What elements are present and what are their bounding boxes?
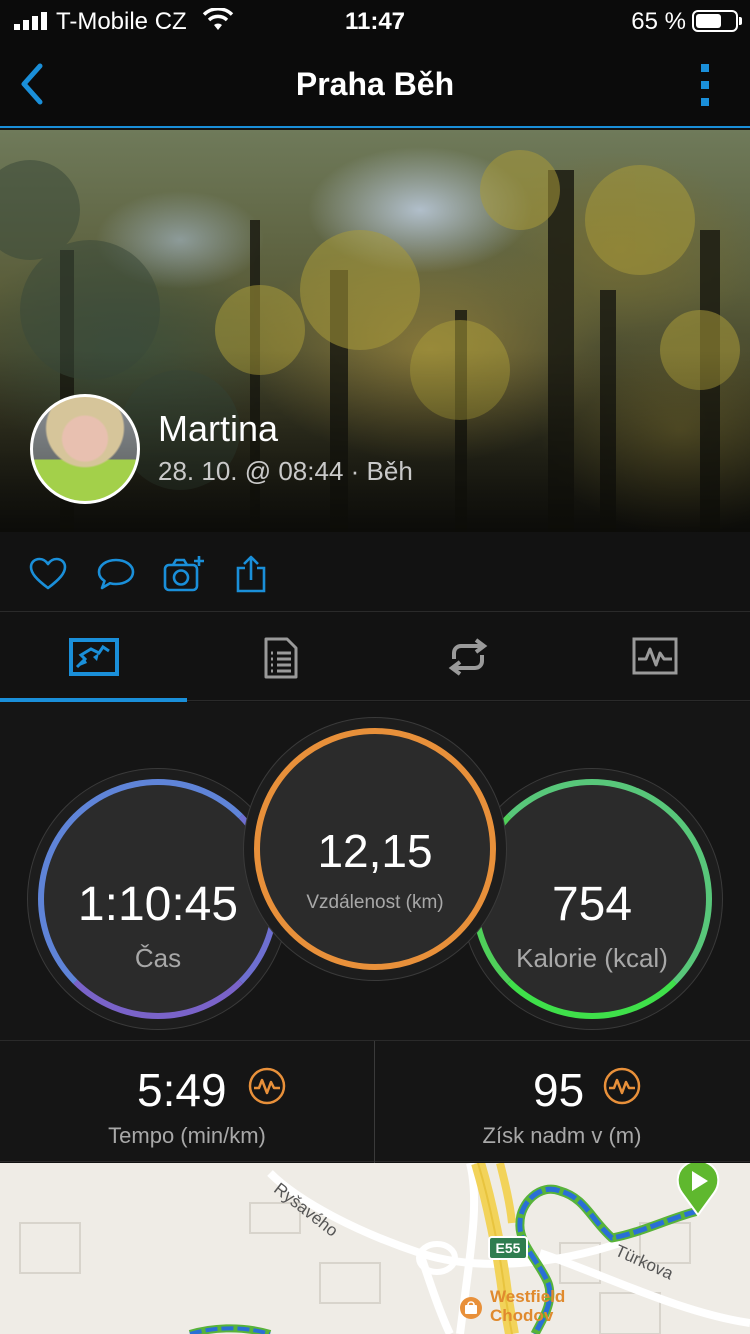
- poi-label: Westfield Chodov: [490, 1287, 565, 1325]
- pulse-badge-icon: [603, 1067, 641, 1105]
- shopping-bag-icon: [460, 1297, 482, 1319]
- pace-label: Tempo (min/km): [108, 1123, 266, 1148]
- poi-name-line-2: Chodov: [490, 1306, 554, 1325]
- tab-charts[interactable]: [561, 613, 748, 701]
- battery-icon: [692, 10, 742, 32]
- vertical-dots-icon[interactable]: [698, 62, 712, 108]
- navigation-bar: Praha Běh: [0, 40, 750, 128]
- pulse-badge-icon: [248, 1067, 286, 1105]
- calories-label: Kalorie (kcal): [516, 943, 668, 973]
- speech-bubble-icon[interactable]: [96, 554, 136, 594]
- chart-pulse-icon: [632, 637, 677, 675]
- route-map[interactable]: Ryšavého Türkova E55 Westfield Chodov: [0, 1163, 750, 1334]
- tab-laps[interactable]: [374, 613, 561, 701]
- activity-tabs: [0, 613, 750, 702]
- start-marker-icon[interactable]: [674, 1163, 722, 1217]
- user-name[interactable]: Martina: [158, 408, 278, 450]
- distance-label: Vzdálenost (km): [306, 892, 444, 913]
- calories-value: 754: [551, 878, 633, 931]
- distance-stat-ring: 12,15 Vzdálenost (km): [254, 728, 496, 970]
- elevation-value: 95: [533, 1064, 585, 1116]
- status-bar: T-Mobile CZ 11:47 65 %: [0, 0, 750, 40]
- time-stat-ring: 1:10:45 Čas: [38, 779, 278, 1019]
- tab-overview[interactable]: [0, 613, 187, 702]
- elevation-stat: 95 Získ nadm v (m): [375, 1041, 749, 1163]
- page-title: Praha Běh: [295, 66, 455, 102]
- share-icon[interactable]: [232, 554, 272, 594]
- battery-percentage: 65 %: [631, 8, 686, 35]
- document-list-icon: [264, 637, 297, 679]
- time-label: Čas: [134, 943, 182, 973]
- battery-level-fill: [696, 14, 721, 28]
- time-value: 1:10:45: [77, 878, 239, 931]
- tab-details[interactable]: [187, 613, 374, 701]
- poi-name-line-1: Westfield: [490, 1287, 566, 1306]
- overview-map-icon: [68, 638, 119, 676]
- laps-loop-icon: [448, 638, 487, 676]
- camera-plus-icon[interactable]: [162, 554, 206, 594]
- distance-value: 12,15: [317, 825, 433, 877]
- avatar[interactable]: [30, 394, 140, 504]
- summary-stats: 1:10:45 Čas 754 Kalorie (kcal) 12,15 Vzd…: [0, 702, 750, 1040]
- road-number-badge: E55: [488, 1236, 528, 1260]
- elevation-label: Získ nadm v (m): [482, 1123, 642, 1148]
- secondary-stats: 5:49 Tempo (min/km) 95 Získ nadm v (m): [0, 1040, 750, 1163]
- heart-icon[interactable]: [28, 554, 68, 594]
- calories-stat-ring: 754 Kalorie (kcal): [472, 779, 712, 1019]
- activity-date-type: 28. 10. @ 08:44 · Běh: [158, 456, 413, 486]
- activity-cover-photo[interactable]: Martina 28. 10. @ 08:44 · Běh: [0, 130, 750, 532]
- pace-value: 5:49: [137, 1064, 227, 1116]
- social-actions-bar: [0, 534, 750, 612]
- pace-stat: 5:49 Tempo (min/km): [0, 1041, 374, 1163]
